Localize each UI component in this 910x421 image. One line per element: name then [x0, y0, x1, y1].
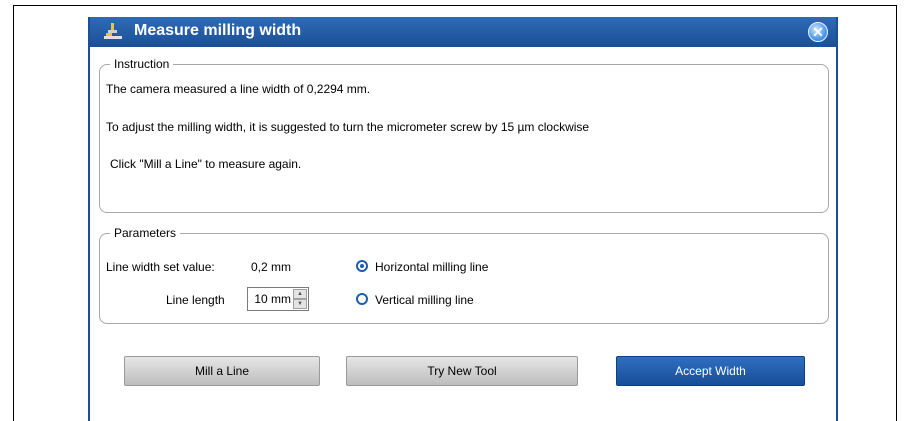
mill-a-line-button[interactable]: Mill a Line [124, 356, 320, 386]
instruction-legend: Instruction [114, 57, 170, 71]
instruction-line-2: To adjust the milling width, it is sugge… [106, 120, 590, 134]
dialog-title: Measure milling width [134, 22, 302, 39]
parameters-group: Parameters [99, 226, 829, 324]
close-icon: ✕ [812, 24, 824, 40]
accept-width-button[interactable]: Accept Width [616, 356, 805, 386]
radio-vertical[interactable] [356, 293, 368, 305]
measure-dialog: Measure milling width ✕ Instruction The … [88, 17, 838, 421]
instruction-line-3: Click "Mill a Line" to measure again. [110, 157, 302, 171]
title-bar: Measure milling width ✕ [90, 17, 836, 47]
milling-tool-icon [104, 23, 122, 39]
outer-frame-left [13, 5, 14, 421]
outer-frame-right [896, 5, 897, 421]
line-length-value: 10 mm [254, 292, 291, 306]
stepper-down-icon[interactable]: ▼ [293, 299, 307, 309]
parameters-legend: Parameters [114, 226, 177, 240]
radio-horizontal-label[interactable]: Horizontal milling line [375, 260, 488, 274]
close-button[interactable]: ✕ [808, 22, 828, 42]
line-length-label: Line length [166, 293, 225, 307]
outer-frame-top [13, 5, 897, 6]
line-length-stepper[interactable]: 10 mm ▲ ▼ [247, 287, 309, 311]
radio-vertical-label[interactable]: Vertical milling line [375, 293, 474, 307]
radio-horizontal[interactable] [356, 260, 368, 272]
stepper-up-icon[interactable]: ▲ [293, 289, 307, 299]
try-new-tool-button[interactable]: Try New Tool [346, 356, 578, 386]
line-width-label: Line width set value: [106, 260, 215, 274]
line-width-value: 0,2 mm [251, 260, 292, 274]
instruction-line-1: The camera measured a line width of 0,22… [106, 82, 371, 96]
instruction-group: Instruction [99, 57, 829, 213]
